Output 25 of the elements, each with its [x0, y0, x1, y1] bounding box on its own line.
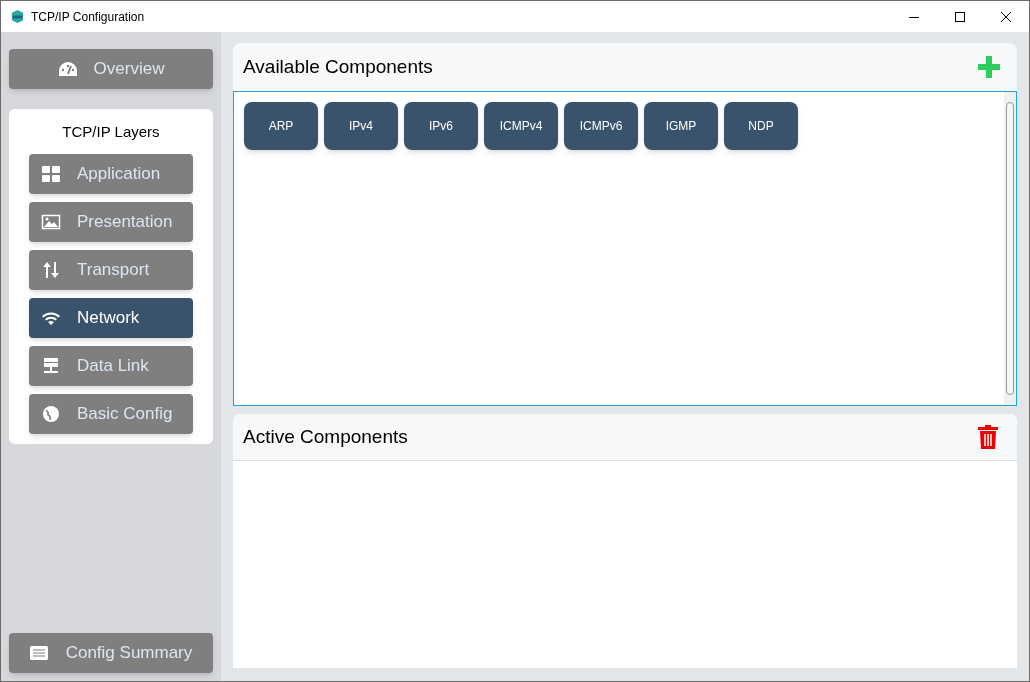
app-logo-icon	[10, 9, 25, 24]
maximize-icon	[955, 11, 965, 22]
grid-icon	[41, 163, 61, 184]
delete-button[interactable]	[977, 424, 999, 450]
close-icon	[1001, 11, 1011, 22]
component-button[interactable]: ARP	[244, 102, 318, 150]
layers-heading: TCP/IP Layers	[62, 122, 160, 142]
list-icon	[29, 646, 48, 660]
add-button[interactable]	[977, 55, 1001, 79]
component-button[interactable]: IPv4	[324, 102, 398, 150]
up-down-arrows-icon	[41, 259, 61, 280]
component-button[interactable]: IPv6	[404, 102, 478, 150]
trash-icon	[978, 425, 998, 449]
globe-icon	[41, 403, 61, 424]
plus-icon	[978, 56, 1000, 78]
panel-heading: Active Components	[243, 424, 408, 449]
window-title: TCP/IP Configuration	[31, 8, 145, 26]
component-button[interactable]: ICMPv4	[484, 102, 558, 150]
server-icon	[41, 355, 61, 376]
component-button[interactable]: NDP	[724, 102, 798, 150]
component-button[interactable]: IGMP	[644, 102, 718, 150]
panel-heading: Available Components	[243, 54, 433, 79]
component-button[interactable]: ICMPv6	[564, 102, 638, 150]
gauge-icon	[57, 61, 78, 77]
layer-button[interactable]: Network	[29, 297, 193, 338]
